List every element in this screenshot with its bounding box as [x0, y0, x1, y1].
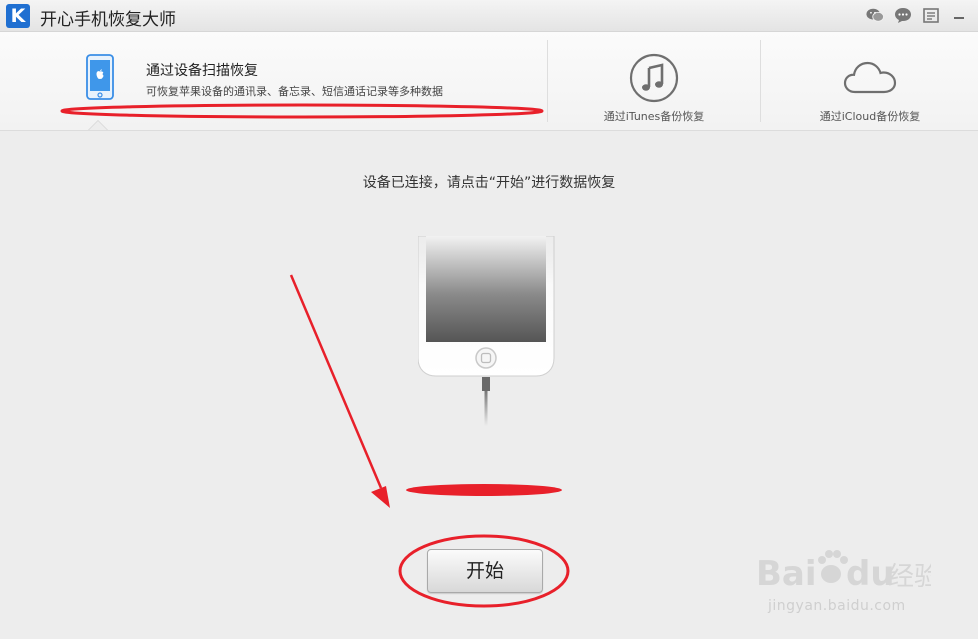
tab-icloud-backup[interactable]: 通过iCloud备份恢复 [762, 32, 978, 130]
music-note-icon [629, 53, 679, 107]
iphone-icon [86, 54, 114, 104]
tab-itunes-backup-label: 通过iTunes备份恢复 [603, 110, 705, 123]
selected-tab-pointer-fill [89, 121, 107, 130]
red-arrow [289, 274, 390, 508]
window-title: 开心手机恢复大师 [40, 10, 176, 30]
start-button[interactable]: 开始 [427, 549, 543, 593]
minimize-icon[interactable] [950, 6, 968, 24]
connected-iphone-illustration [417, 235, 558, 440]
tab-device-scan[interactable]: 通过设备扫描恢复 可恢复苹果设备的通讯录、备忘录、短信通话记录等多种数据 [0, 32, 546, 130]
recovery-mode-tabs: 通过设备扫描恢复 可恢复苹果设备的通讯录、备忘录、短信通话记录等多种数据 通过i… [0, 32, 978, 131]
watermark-url: jingyan.baidu.com [768, 598, 906, 614]
feedback-icon[interactable] [922, 6, 940, 24]
tab-device-scan-title: 通过设备扫描恢复 [146, 63, 258, 79]
svg-text:Bai: Bai [756, 554, 817, 594]
baidu-watermark-logo: Bai du 经验 [756, 538, 940, 604]
titlebar-controls [866, 6, 968, 24]
chat-icon[interactable] [894, 6, 912, 24]
svg-text:经验: 经验 [888, 562, 931, 592]
cloud-icon [843, 59, 897, 99]
wechat-icon[interactable] [866, 6, 884, 24]
tab-divider [760, 40, 761, 122]
app-logo: K [6, 4, 30, 28]
title-bar: K 开心手机恢复大师 [0, 0, 978, 32]
tab-device-scan-description: 可恢复苹果设备的通讯录、备忘录、短信通话记录等多种数据 [146, 85, 443, 98]
connection-instruction: 设备已连接，请点击“开始”进行数据恢复 [362, 175, 616, 191]
tab-icloud-backup-label: 通过iCloud备份恢复 [819, 110, 921, 123]
tab-itunes-backup[interactable]: 通过iTunes备份恢复 [548, 32, 760, 130]
